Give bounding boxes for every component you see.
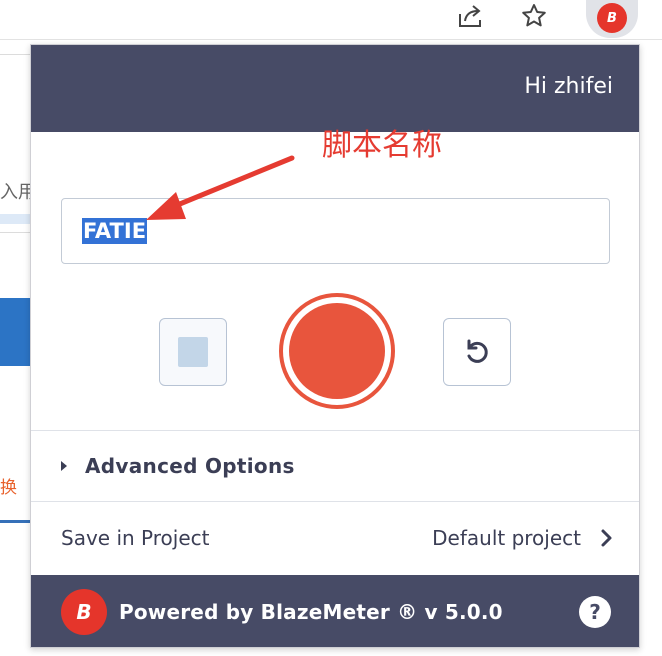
- background-text: 换: [0, 478, 17, 498]
- divider: [0, 54, 30, 55]
- blazemeter-icon: B: [597, 3, 627, 33]
- project-value: Default project: [432, 526, 581, 550]
- popup-footer: B Powered by BlazeMeter ® v 5.0.0 ?: [31, 575, 639, 647]
- advanced-options-toggle[interactable]: Advanced Options: [31, 431, 639, 501]
- save-in-project-row[interactable]: Save in Project Default project: [31, 502, 639, 574]
- advanced-options-label: Advanced Options: [85, 454, 295, 478]
- divider: [0, 232, 30, 233]
- stop-button[interactable]: [159, 318, 227, 386]
- save-in-project-label: Save in Project: [61, 526, 210, 550]
- star-icon[interactable]: [516, 0, 552, 32]
- record-button[interactable]: [279, 293, 395, 409]
- reset-icon: [467, 339, 488, 363]
- project-selector[interactable]: Default project: [432, 526, 613, 550]
- caret-right-icon: [61, 461, 67, 471]
- share-icon[interactable]: [452, 0, 488, 32]
- blazemeter-extension-button[interactable]: B: [586, 0, 638, 38]
- blazemeter-logo-icon: B: [61, 589, 107, 635]
- background-panel: [0, 298, 30, 366]
- user-greeting: Hi zhifei: [524, 74, 613, 99]
- background-text: 入用: [0, 182, 30, 203]
- annotation-label: 脚本名称: [322, 128, 442, 163]
- background-bar: [0, 214, 30, 224]
- chevron-right-icon: [601, 529, 612, 547]
- background-bar: [0, 520, 30, 523]
- help-icon[interactable]: ?: [579, 596, 611, 628]
- stop-icon: [178, 337, 208, 367]
- reset-button[interactable]: [443, 318, 511, 386]
- powered-by-text: Powered by BlazeMeter ® v 5.0.0: [119, 600, 503, 624]
- browser-toolbar: B: [0, 0, 662, 40]
- popup-header: Hi zhifei: [31, 45, 639, 132]
- script-name-value[interactable]: FATIE: [82, 218, 148, 244]
- record-icon: [289, 303, 385, 399]
- script-name-input[interactable]: FATIE: [61, 198, 610, 264]
- background-page: 入用 换: [0, 40, 30, 656]
